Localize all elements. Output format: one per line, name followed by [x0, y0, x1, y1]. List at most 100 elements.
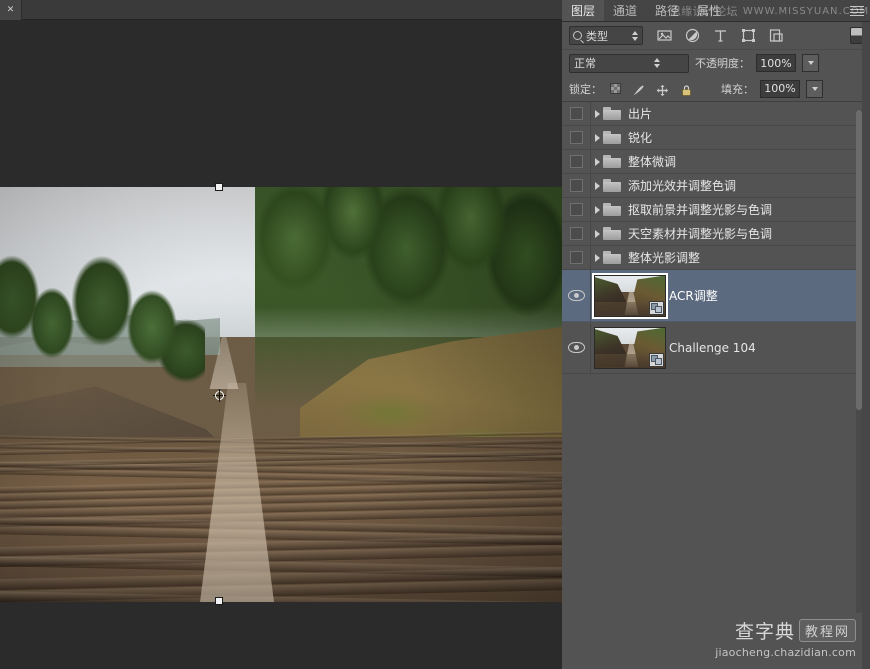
lock-icons — [610, 82, 693, 97]
layer-name[interactable]: 添加光效并调整色调 — [628, 177, 736, 194]
table-row[interactable]: 整体光影调整 — [562, 246, 870, 270]
fill-label: 填充： — [721, 82, 754, 96]
document-canvas[interactable] — [0, 20, 562, 669]
type-layer-filter-icon[interactable] — [713, 28, 728, 43]
chevron-right-icon[interactable] — [591, 205, 603, 214]
folder-icon — [603, 251, 621, 264]
layer-name[interactable]: 出片 — [628, 105, 652, 122]
canvas-image-forest-trail[interactable] — [0, 187, 562, 602]
smart-object-filter-icon[interactable] — [769, 28, 784, 43]
table-row[interactable]: 天空素材并调整光影与色调 — [562, 222, 870, 246]
eye-icon — [567, 290, 585, 301]
layer-visibility-toggle[interactable] — [562, 246, 591, 269]
eye-off-icon — [569, 107, 583, 120]
layer-thumbnail[interactable] — [594, 326, 666, 369]
layers-panel: 图层 通道 路径 属性 思缘设计论坛 WWW.MISSYUAN.COM 类型 正… — [562, 0, 870, 669]
fill-input[interactable]: 100% — [760, 79, 800, 98]
panel-tab-bar: 图层 通道 路径 属性 思缘设计论坛 WWW.MISSYUAN.COM — [562, 0, 870, 22]
layer-visibility-toggle[interactable] — [562, 198, 591, 221]
layer-visibility-toggle[interactable] — [562, 126, 591, 149]
layer-name[interactable]: 整体光影调整 — [628, 249, 700, 266]
table-row[interactable]: 锐化 — [562, 126, 870, 150]
chevron-right-icon[interactable] — [591, 253, 603, 262]
table-row[interactable]: ACR调整 — [562, 270, 870, 322]
layer-visibility-toggle[interactable] — [562, 102, 591, 125]
transform-handle-top[interactable] — [215, 183, 223, 191]
layer-visibility-toggle[interactable] — [562, 222, 591, 245]
tab-channels[interactable]: 通道 — [604, 0, 646, 21]
lock-image-pixels-icon[interactable] — [632, 82, 645, 96]
pixel-layer-filter-icon[interactable] — [657, 28, 672, 43]
filter-type-label: 类型 — [586, 29, 608, 43]
blend-mode-select[interactable]: 正常 — [569, 53, 689, 73]
search-icon — [573, 31, 582, 40]
document-tab-bar: ✕ — [0, 0, 562, 20]
watermark-bottom-url: jiaocheng.chazidian.com — [715, 646, 856, 659]
eye-off-icon — [569, 203, 583, 216]
table-row[interactable]: 抠取前景并调整光影与色调 — [562, 198, 870, 222]
lock-label: 锁定： — [569, 82, 602, 96]
chevron-down-icon — [807, 61, 814, 65]
layer-thumbnail-cell[interactable] — [591, 272, 669, 319]
transform-center-point[interactable] — [213, 389, 226, 402]
layer-name[interactable]: 抠取前景并调整光影与色调 — [628, 201, 772, 218]
table-row[interactable]: 出片 — [562, 102, 870, 126]
layer-name[interactable]: ACR调整 — [669, 287, 718, 304]
layer-list-scrollbar-thumb[interactable] — [856, 110, 862, 410]
adjustment-layer-filter-icon[interactable] — [685, 28, 700, 43]
spinner-icon[interactable] — [629, 58, 684, 68]
photoshop-window: ✕ 图层 通道 路径 属性 思缘设计论坛 WWW.MISSYUAN.COM 类型… — [0, 0, 870, 669]
folder-icon — [603, 107, 621, 120]
image-grain — [0, 187, 562, 602]
tab-paths[interactable]: 路径 — [646, 0, 688, 21]
eye-off-icon — [569, 155, 583, 168]
opacity-input[interactable]: 100% — [756, 54, 796, 72]
chevron-right-icon[interactable] — [591, 109, 603, 118]
folder-icon — [603, 227, 621, 240]
document-area: ✕ — [0, 0, 562, 669]
folder-icon — [603, 155, 621, 168]
chevron-right-icon[interactable] — [591, 181, 603, 190]
layer-visibility-toggle[interactable] — [562, 174, 591, 197]
chevron-down-icon — [811, 86, 818, 91]
lock-all-icon[interactable] — [680, 82, 693, 96]
table-row[interactable]: 添加光效并调整色调 — [562, 174, 870, 198]
watermark-bottom-name: 查字典 — [734, 621, 795, 643]
layer-name[interactable]: Challenge 104 — [669, 341, 756, 355]
chevron-right-icon[interactable] — [591, 133, 603, 142]
panel-menu-icon[interactable] — [850, 4, 864, 18]
layer-thumbnail[interactable] — [592, 272, 668, 319]
layer-visibility-toggle[interactable] — [562, 150, 591, 173]
layer-visibility-toggle[interactable] — [562, 270, 591, 321]
layer-visibility-toggle[interactable] — [562, 322, 591, 373]
chevron-right-icon[interactable] — [591, 229, 603, 238]
tab-layers[interactable]: 图层 — [562, 0, 605, 21]
tab-properties[interactable]: 属性 — [688, 0, 730, 21]
transform-handle-bottom[interactable] — [215, 597, 223, 605]
shape-layer-filter-icon[interactable] — [741, 28, 756, 43]
spinner-icon[interactable] — [630, 30, 639, 41]
smart-object-badge-icon — [649, 352, 664, 367]
folder-icon — [603, 179, 621, 192]
layer-name[interactable]: 锐化 — [628, 129, 652, 146]
layer-thumbnail-cell[interactable] — [591, 326, 669, 369]
document-tab[interactable]: ✕ — [0, 0, 22, 20]
lock-transparent-pixels-icon[interactable] — [610, 83, 621, 94]
canvas-background-bottom — [0, 602, 562, 669]
layer-list[interactable]: 出片 锐化 整体微调 添加光效并调整色调 抠取前景并调整光影与色调 天空素材并调… — [562, 102, 870, 605]
folder-icon — [603, 131, 621, 144]
opacity-dropdown-button[interactable] — [802, 54, 819, 72]
layer-filter-icons — [657, 28, 784, 43]
lock-position-icon[interactable] — [656, 82, 669, 97]
layer-filter-type-select[interactable]: 类型 — [569, 26, 643, 45]
eye-off-icon — [569, 179, 583, 192]
close-icon[interactable]: ✕ — [7, 5, 15, 15]
layer-name[interactable]: 天空素材并调整光影与色调 — [628, 225, 772, 242]
layer-name[interactable]: 整体微调 — [628, 153, 676, 170]
chevron-right-icon[interactable] — [591, 157, 603, 166]
fill-dropdown-button[interactable] — [806, 79, 823, 98]
table-row[interactable]: Challenge 104 — [562, 322, 870, 374]
table-row[interactable]: 整体微调 — [562, 150, 870, 174]
opacity-value: 100% — [760, 56, 792, 70]
lock-row: 锁定： 填充： 100% — [562, 76, 870, 102]
